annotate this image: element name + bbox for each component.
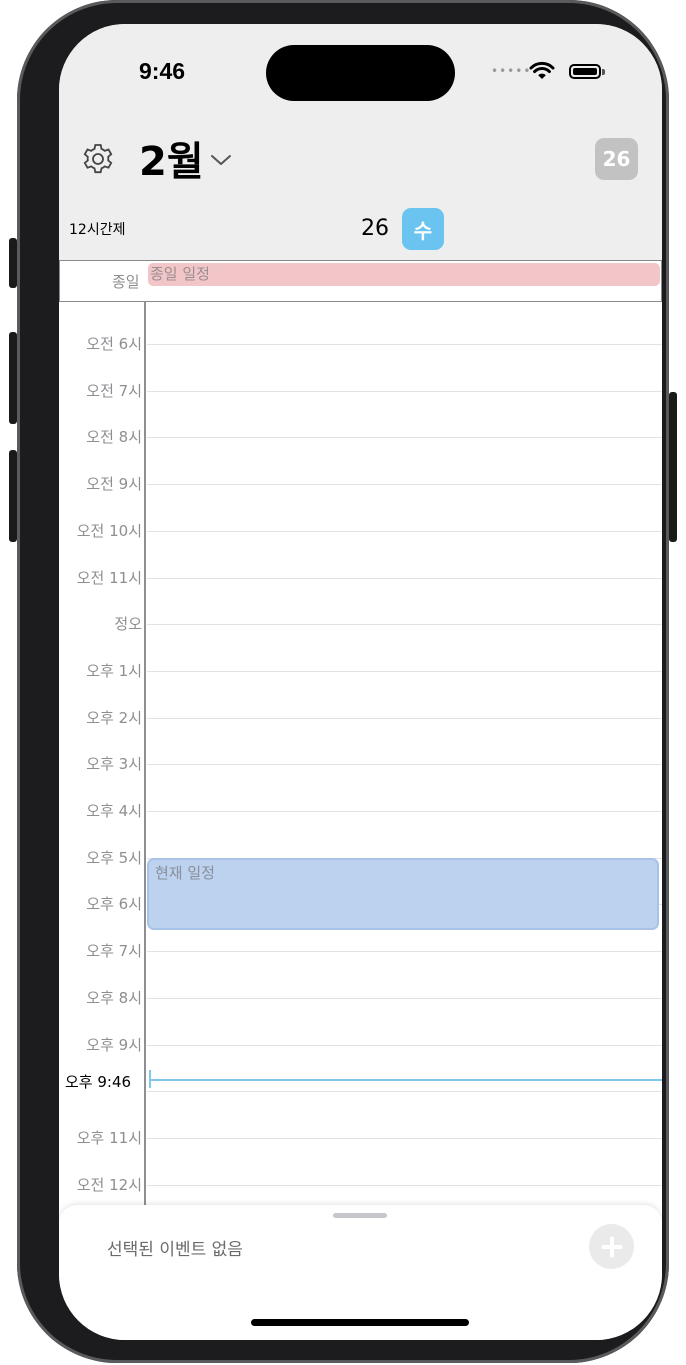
hour-label: 오후 1시 xyxy=(86,661,142,680)
hour-gridline xyxy=(147,1184,662,1186)
volume-down-button[interactable] xyxy=(9,450,17,542)
header: 9:46 ••••• 2월 26 12시간제 26 수 xyxy=(59,24,662,260)
hour-label: 오전 6시 xyxy=(86,335,142,353)
month-selector[interactable]: 2월 xyxy=(139,130,232,186)
hour-label: 오후 8시 xyxy=(86,988,142,1007)
phone-frame: 9:46 ••••• 2월 26 12시간제 26 수 종일 종일 일정 오전 … xyxy=(17,0,669,1363)
hour-label: 정오 xyxy=(114,615,142,634)
hour-label: 오후 2시 xyxy=(86,708,142,727)
home-indicator xyxy=(251,1319,469,1326)
hour-gridline xyxy=(147,1044,662,1046)
current-time-line xyxy=(149,1079,662,1081)
hour-gridline xyxy=(147,670,662,672)
hour-label: 오후 3시 xyxy=(86,755,142,774)
hour-gridline xyxy=(147,624,662,626)
today-button[interactable]: 26 xyxy=(595,138,638,180)
current-time-label: 오후 9:46 xyxy=(65,1073,132,1091)
hour-gridline xyxy=(147,717,662,719)
hour-label: 오전 7시 xyxy=(86,381,142,400)
bottom-sheet[interactable]: 선택된 이벤트 없음 xyxy=(59,1205,662,1340)
action-button[interactable] xyxy=(9,238,17,288)
sheet-grabber[interactable] xyxy=(333,1213,387,1218)
hour-gridline xyxy=(147,344,662,345)
screen: 9:46 ••••• 2월 26 12시간제 26 수 종일 종일 일정 오전 … xyxy=(59,24,662,1340)
dynamic-island xyxy=(266,45,455,101)
hour-gridline xyxy=(147,577,662,579)
hour-gridline xyxy=(147,530,662,532)
hour-label: 오전 8시 xyxy=(86,428,142,447)
gear-icon[interactable] xyxy=(81,142,115,176)
all-day-label: 종일 xyxy=(112,273,140,291)
all-day-row: 종일 종일 일정 xyxy=(59,260,662,302)
hour-label: 오전 12시 xyxy=(76,1175,142,1194)
hour-label: 오후 7시 xyxy=(86,942,142,961)
no-event-text: 선택된 이벤트 없음 xyxy=(107,1240,243,1260)
weekday-pill: 수 xyxy=(402,208,444,250)
status-time: 9:46 xyxy=(139,58,186,84)
event-block[interactable]: 현재 일정 xyxy=(147,858,659,930)
power-button[interactable] xyxy=(669,392,677,542)
hour-gridline xyxy=(147,1091,662,1093)
hour-label: 오후 9시 xyxy=(86,1035,142,1054)
hour-label: 오후 6시 xyxy=(86,895,142,914)
hour-gridline xyxy=(147,390,662,392)
cellular-signal-icon: ••••• xyxy=(491,64,532,78)
hour-gridline xyxy=(147,811,662,812)
hour-label: 오전 9시 xyxy=(86,475,142,494)
wifi-icon xyxy=(529,61,555,79)
time-column-divider xyxy=(144,260,146,1340)
hour-label: 오전 10시 xyxy=(76,521,142,540)
hour-gridline xyxy=(147,437,662,439)
hour-label: 오후 5시 xyxy=(86,848,142,867)
chevron-down-icon xyxy=(210,155,231,165)
battery-tip xyxy=(602,69,605,75)
hour-gridline xyxy=(147,764,662,766)
battery-icon xyxy=(569,64,601,79)
hour-label: 오후 4시 xyxy=(86,802,142,820)
date-number: 26 xyxy=(361,216,389,241)
hour-label: 오전 11시 xyxy=(76,568,142,587)
hour-label: 오후 11시 xyxy=(76,1128,142,1147)
hour-gridline xyxy=(147,997,662,999)
all-day-event[interactable]: 종일 일정 xyxy=(148,263,660,286)
all-day-event-title: 종일 일정 xyxy=(150,265,210,283)
month-title: 2월 xyxy=(139,139,204,185)
hour-gridline xyxy=(147,951,662,953)
hour-gridline xyxy=(147,1137,662,1139)
hour-gridline xyxy=(147,484,662,486)
add-event-button[interactable] xyxy=(589,1224,634,1269)
event-title: 현재 일정 xyxy=(155,864,215,882)
hour-mode-toggle[interactable]: 12시간제 xyxy=(69,219,125,239)
volume-up-button[interactable] xyxy=(9,332,17,424)
